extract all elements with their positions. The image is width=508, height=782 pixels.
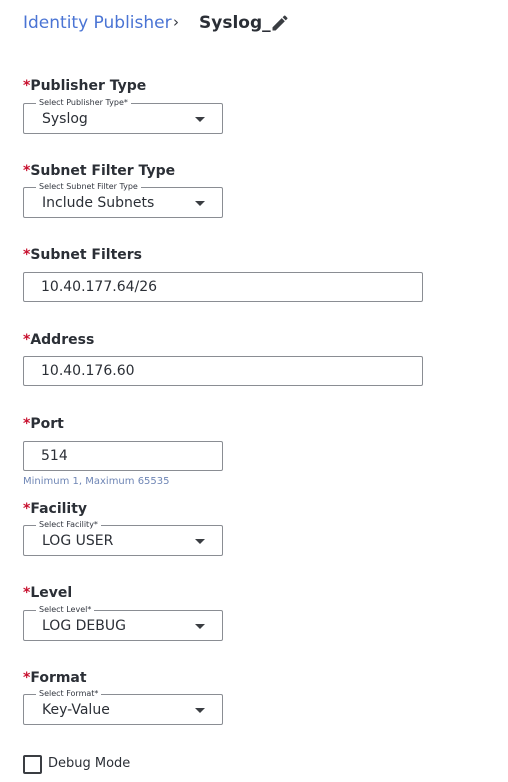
port-hint: Minimum 1, Maximum 65535: [23, 476, 170, 487]
facility-select[interactable]: Select Facility* LOG USER: [23, 520, 223, 556]
subnet-filter-type-value: Include Subnets: [42, 195, 155, 211]
publisher-type-legend: Select Publisher Type*: [36, 98, 131, 108]
address-input[interactable]: [23, 356, 423, 386]
level-label: *Level: [23, 585, 73, 601]
chevron-down-icon: [195, 201, 205, 206]
facility-label: *Facility: [23, 501, 88, 517]
format-label: *Format: [23, 670, 87, 686]
level-value: LOG DEBUG: [42, 618, 126, 634]
subnet-filter-type-label: *Subnet Filter Type: [23, 163, 176, 179]
facility-value: LOG USER: [42, 533, 114, 549]
port-input[interactable]: [23, 441, 223, 471]
chevron-down-icon: [195, 708, 205, 713]
breadcrumb-separator: ›: [173, 13, 179, 31]
format-value: Key-Value: [42, 702, 110, 718]
level-select[interactable]: Select Level* LOG DEBUG: [23, 605, 223, 641]
subnet-filter-type-legend: Select Subnet Filter Type: [36, 182, 141, 192]
publisher-type-label: *Publisher Type: [23, 78, 147, 94]
publisher-type-select[interactable]: Select Publisher Type* Syslog: [23, 98, 223, 134]
debug-mode-label: Debug Mode: [48, 756, 131, 771]
chevron-down-icon: [195, 539, 205, 544]
breadcrumb-identity-publisher-link[interactable]: Identity Publisher: [23, 13, 172, 33]
subnet-filters-label: *Subnet Filters: [23, 247, 143, 263]
facility-legend: Select Facility*: [36, 520, 101, 530]
debug-mode-checkbox[interactable]: [23, 755, 42, 774]
format-select[interactable]: Select Format* Key-Value: [23, 689, 223, 725]
format-legend: Select Format*: [36, 689, 102, 699]
page-title: Syslog_: [199, 13, 271, 33]
port-label: *Port: [23, 416, 64, 432]
subnet-filters-input[interactable]: [23, 272, 423, 302]
address-label: *Address: [23, 332, 95, 348]
chevron-down-icon: [195, 117, 205, 122]
subnet-filter-type-select[interactable]: Select Subnet Filter Type Include Subnet…: [23, 182, 223, 218]
pencil-icon[interactable]: [270, 13, 290, 33]
chevron-down-icon: [195, 624, 205, 629]
publisher-type-value: Syslog: [42, 111, 88, 127]
level-legend: Select Level*: [36, 605, 95, 615]
